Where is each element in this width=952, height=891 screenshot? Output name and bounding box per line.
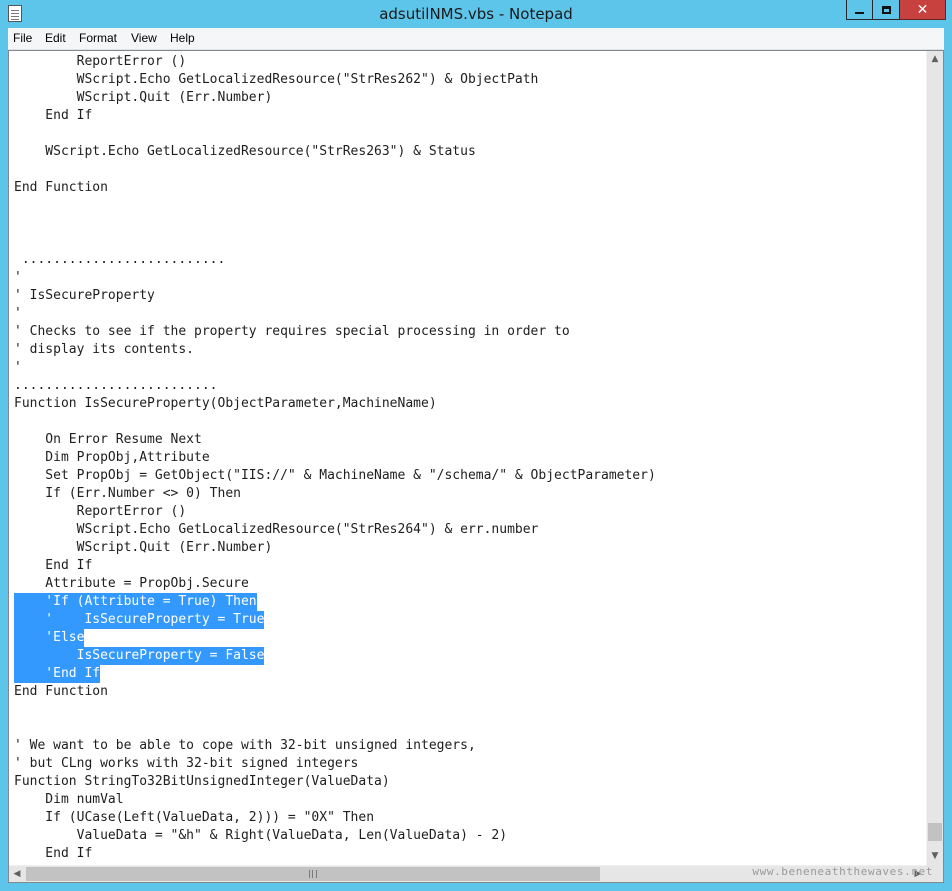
code-line[interactable]: .......................... — [14, 251, 226, 269]
code-line[interactable]: If (Err.Number <> 0) Then — [14, 485, 241, 503]
notepad-window: adsutilNMS.vbs - Notepad ✕ File Edit For… — [0, 0, 952, 891]
title-bar[interactable]: adsutilNMS.vbs - Notepad ✕ — [0, 0, 952, 28]
maximize-icon — [881, 5, 891, 14]
code-line[interactable]: Function IsSecureProperty(ObjectParamete… — [14, 395, 437, 413]
code-line[interactable]: WScript.Echo GetLocalizedResource("StrRe… — [14, 71, 539, 89]
code-line[interactable]: ' We want to be able to cope with 32-bit… — [14, 737, 476, 755]
code-line[interactable]: Function StringTo32BitUnsignedInteger(Va… — [14, 773, 390, 791]
code-line[interactable]: WScript.Quit (Err.Number) — [14, 539, 273, 557]
menu-edit[interactable]: Edit — [45, 31, 66, 45]
code-line[interactable]: Attribute = PropObj.Secure — [14, 575, 249, 593]
menu-view[interactable]: View — [131, 31, 157, 45]
text-editor[interactable]: ReportError () WScript.Echo GetLocalized… — [8, 50, 944, 883]
code-line[interactable]: End If — [14, 107, 92, 125]
scroll-grip-icon — [309, 870, 317, 878]
code-line[interactable]: .......................... — [14, 377, 218, 395]
selected-code-line[interactable]: ' IsSecureProperty = True — [14, 611, 265, 629]
scroll-up-arrow-icon[interactable]: ▲ — [927, 51, 943, 68]
maximize-button[interactable] — [873, 0, 900, 20]
code-line[interactable]: ReportError () — [14, 53, 187, 71]
code-line[interactable]: ReportError () — [14, 503, 187, 521]
menu-bar: File Edit Format View Help — [8, 28, 944, 50]
code-line[interactable]: Set PropObj = GetObject("IIS://" & Machi… — [14, 467, 656, 485]
selected-code-line[interactable]: 'Else — [14, 629, 85, 647]
code-line[interactable]: ValueData = "&h" & Right(ValueData, Len(… — [14, 827, 507, 845]
code-line[interactable]: ' Checks to see if the property requires… — [14, 323, 570, 341]
minimize-icon — [855, 11, 864, 14]
code-line[interactable]: End Function — [14, 683, 108, 701]
code-area[interactable]: ReportError () WScript.Echo GetLocalized… — [14, 53, 925, 863]
menu-help[interactable]: Help — [170, 31, 195, 45]
code-line[interactable]: WScript.Quit (Err.Number) — [14, 89, 273, 107]
minimize-button[interactable] — [846, 0, 873, 20]
code-line[interactable]: Dim PropObj,Attribute — [14, 449, 209, 467]
code-line[interactable]: ' IsSecureProperty — [14, 287, 155, 305]
code-line[interactable]: End Function — [14, 179, 108, 197]
code-line[interactable]: ' display its contents. — [14, 341, 194, 359]
code-line[interactable]: WScript.Echo GetLocalizedResource("StrRe… — [14, 521, 539, 539]
selected-code-line[interactable]: IsSecureProperty = False — [14, 647, 265, 665]
code-line[interactable]: WScript.Echo GetLocalizedResource("StrRe… — [14, 143, 475, 161]
menu-file[interactable]: File — [13, 31, 32, 45]
close-icon: ✕ — [916, 1, 929, 18]
selected-code-line[interactable]: 'End If — [14, 665, 101, 683]
selected-code-line[interactable]: 'If (Attribute = True) Then — [14, 593, 257, 611]
code-line[interactable]: Dim numVal — [14, 791, 123, 809]
watermark: www.beneneaththewaves.net — [752, 865, 933, 878]
code-line[interactable]: End If — [14, 557, 92, 575]
code-line[interactable]: ' — [14, 359, 22, 377]
vertical-scroll-thumb[interactable] — [928, 823, 942, 841]
code-line[interactable]: ' but CLng works with 32-bit signed inte… — [14, 755, 358, 773]
code-line[interactable]: ' — [14, 269, 22, 287]
code-line[interactable]: End If — [14, 845, 92, 863]
code-line[interactable]: On Error Resume Next — [14, 431, 202, 449]
code-line[interactable]: If (UCase(Left(ValueData, 2))) = "0X" Th… — [14, 809, 374, 827]
scroll-down-arrow-icon[interactable]: ▼ — [927, 848, 943, 865]
menu-format[interactable]: Format — [79, 31, 117, 45]
scroll-left-arrow-icon[interactable]: ◀ — [9, 866, 25, 882]
horizontal-scroll-thumb[interactable] — [26, 867, 600, 881]
close-button[interactable]: ✕ — [900, 0, 946, 20]
window-title: adsutilNMS.vbs - Notepad — [379, 5, 573, 23]
code-line[interactable]: ' — [14, 305, 22, 323]
vertical-scrollbar[interactable]: ▲ ▼ — [926, 51, 943, 865]
